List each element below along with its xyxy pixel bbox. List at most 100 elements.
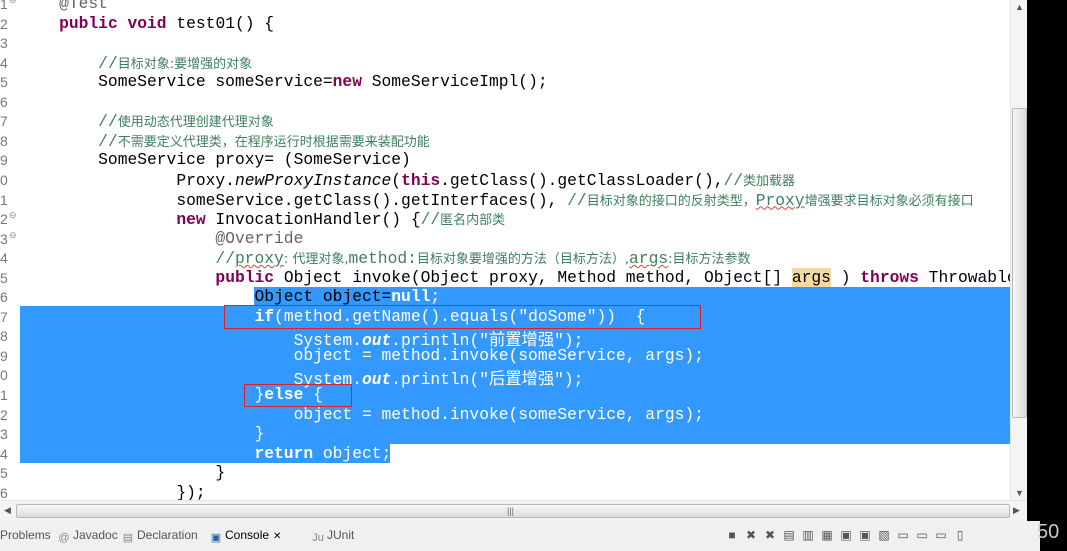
tab-problems[interactable]: Problems [0,528,51,542]
scroll-up-icon[interactable]: ▲ [1015,2,1024,12]
javadoc-icon: @ [58,532,70,544]
show-on-output-icon[interactable]: ▣ [839,528,853,542]
scroll-down-icon[interactable]: ▼ [1015,488,1024,498]
line-number: 5 [0,465,8,482]
line-number: 1 [0,387,8,403]
tab-javadoc[interactable]: @ Javadoc [58,528,118,544]
code-token: 不需要定义代理类，在程序运行时根据需要来装配功能 [117,134,430,150]
code-token: Throwable { [928,267,1010,287]
line-number: 1 [0,191,8,208]
show-on-error-icon[interactable]: ▣ [858,528,872,542]
code-token: // [567,190,587,210]
annotation-box-else [244,384,352,407]
line-number: 2 [0,406,8,423]
code-token: .println( [391,370,480,390]
code-token: ; [430,287,441,307]
code-token: newProxyInstance [234,170,392,190]
display-console-icon[interactable]: ▭ [896,528,910,542]
line-number: 3 [0,35,8,52]
declaration-icon: ▤ [122,532,134,544]
tab-label: Console [225,528,270,542]
code-token: Proxy. [20,170,235,190]
code-token: // [723,170,744,190]
fold-toggle-icon[interactable]: ⊖ [9,210,17,221]
code-token: "后置增强" [479,370,564,390]
code-text: return object; [20,443,392,464]
line-number: 5 [0,74,8,91]
line-number: 7 [0,113,8,130]
code-text: SomeService proxy= (SomeService) [20,150,411,170]
scroll-left-icon[interactable]: ◀ [4,505,11,516]
pin-console-icon[interactable]: ▧ [877,528,891,542]
line-number: 6 [0,484,8,500]
close-tab-icon[interactable]: ✕ [273,531,281,542]
code-token: 类加载器 [743,173,796,189]
junit-icon: Ju [312,532,324,544]
tab-console[interactable]: ▣ Console ✕ [210,528,282,544]
fold-toggle-icon[interactable]: ⊖ [9,0,17,6]
code-token: proxy [234,249,284,269]
tab-declaration[interactable]: ▤ Declaration [122,528,198,544]
code-text: @Test [20,0,108,14]
code-token: method: [348,249,417,269]
remove-all-icon[interactable]: ✖ [763,528,777,542]
code-token: this [401,170,441,190]
vertical-scroll-thumb[interactable] [1012,108,1027,418]
tab-label: Problems [0,528,51,542]
tab-junit[interactable]: Ju JUnit [312,528,354,544]
fold-toggle-icon[interactable]: ⊖ [9,230,17,241]
code-text: System.out.println("后置增强"); [20,365,584,389]
code-token: Object object= [20,287,392,307]
tab-label: Javadoc [73,528,118,542]
console-icon: ▣ [210,532,222,544]
maximize-icon[interactable]: ▯ [953,528,967,542]
vertical-scrollbar[interactable]: ▲ ▼ [1010,0,1027,500]
code-token: // [215,249,235,269]
code-token: } [20,424,265,444]
code-token: // [98,131,118,151]
code-token: args [791,267,831,287]
word-wrap-icon[interactable]: ▦ [820,528,834,542]
code-token: object; [313,443,392,463]
watermark: 50 [1037,521,1060,543]
code-token: someService.getClass().getInterfaces(), [20,190,568,210]
code-token: @Test [20,0,108,13]
code-token: // [420,210,441,230]
code-token: ); [563,370,584,390]
code-token: null [391,287,431,307]
code-token: throws [860,267,919,287]
code-token: SomeService proxy= (SomeService) [20,150,411,170]
code-token: } [20,385,265,404]
line-number: 7 [0,308,8,325]
remove-launch-icon[interactable]: ✖ [744,528,758,542]
clear-console-icon[interactable]: ▤ [782,528,796,542]
code-token: InvocationHandler() { [205,210,421,230]
annotation-box-if [224,305,701,329]
line-number: 6 [0,93,8,110]
tab-label: Declaration [137,528,198,542]
code-token: 目标对象:要增强的对象 [117,56,253,72]
line-number: 5 [0,269,8,286]
tab-label: JUnit [327,528,355,542]
line-number: 2 [0,15,8,32]
horizontal-scroll-thumb[interactable]: ||| [16,504,1010,518]
code-token: 目标对象的接口的反射类型， [586,193,756,209]
open-console-icon[interactable]: ▭ [915,528,929,542]
code-editor[interactable]: 1 ⊖ @Test 2 public void test01() {3 4 //目标对… [0,0,1010,500]
scroll-lock-icon[interactable]: ▥ [801,528,815,542]
code-text: SomeService someService=new SomeServiceI… [20,72,547,92]
line-number: 8 [0,132,8,149]
line-number: 9 [0,347,8,364]
code-token: Proxy [755,190,805,210]
code-text: } [20,463,225,483]
line-number: 3 [0,426,8,443]
minimize-icon[interactable]: ▭ [934,528,948,542]
horizontal-scrollbar[interactable]: ◀ ||| ▶ [0,500,1027,521]
terminate-icon[interactable]: ■ [725,528,739,542]
scroll-right-icon[interactable]: ▶ [1013,505,1020,516]
